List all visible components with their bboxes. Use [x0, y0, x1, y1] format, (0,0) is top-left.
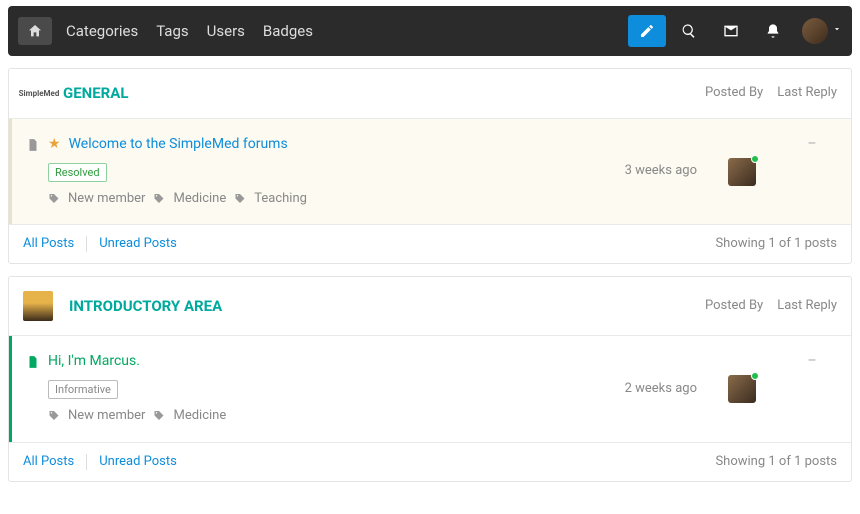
- pinned-star-icon: ★: [48, 135, 61, 155]
- user-menu-caret[interactable]: [828, 21, 842, 41]
- post-time: 3 weeks ago: [587, 135, 697, 208]
- category-footer: All Posts Unread Posts Showing 1 of 1 po…: [9, 442, 851, 481]
- online-indicator: [751, 372, 759, 380]
- tag-row: New member Medicine Teaching: [48, 190, 587, 208]
- online-indicator: [751, 155, 759, 163]
- chevron-down-icon: [832, 24, 842, 34]
- tag-icon: [153, 410, 165, 422]
- home-icon: [27, 23, 43, 39]
- tag[interactable]: New member: [68, 190, 145, 208]
- col-last-reply: Last Reply: [777, 84, 837, 102]
- nav-tags[interactable]: Tags: [156, 21, 188, 42]
- post-title[interactable]: Hi, I'm Marcus.: [48, 352, 140, 372]
- tag[interactable]: Medicine: [173, 190, 226, 208]
- tag-row: New member Medicine: [48, 407, 587, 425]
- messages-button[interactable]: [712, 15, 750, 47]
- search-button[interactable]: [670, 15, 708, 47]
- file-icon: [26, 354, 40, 370]
- filter-unread-posts[interactable]: Unread Posts: [99, 235, 177, 253]
- category-header: INTRODUCTORY AREA Posted By Last Reply: [9, 277, 851, 335]
- nav-badges[interactable]: Badges: [263, 21, 313, 42]
- file-icon: [26, 137, 40, 153]
- nav-users[interactable]: Users: [207, 21, 245, 42]
- tag-icon: [48, 410, 60, 422]
- post-count: Showing 1 of 1 posts: [715, 453, 837, 471]
- envelope-icon: [723, 23, 739, 39]
- tag[interactable]: Medicine: [173, 407, 226, 425]
- user-avatar[interactable]: [802, 18, 828, 44]
- col-posted-by: Posted By: [705, 297, 763, 315]
- nav-categories[interactable]: Categories: [66, 21, 138, 42]
- tag-icon: [234, 193, 246, 205]
- category-title[interactable]: INTRODUCTORY AREA: [69, 296, 222, 317]
- status-badge: Informative: [48, 380, 118, 399]
- last-reply-cell: –: [787, 352, 837, 425]
- category-header: SimpleMed GENERAL Posted By Last Reply: [9, 69, 851, 118]
- top-navbar: Categories Tags Users Badges: [8, 6, 852, 56]
- post-time: 2 weeks ago: [587, 352, 697, 425]
- home-button[interactable]: [18, 17, 52, 45]
- post-title[interactable]: Welcome to the SimpleMed forums: [69, 135, 288, 155]
- category-footer: All Posts Unread Posts Showing 1 of 1 po…: [9, 224, 851, 263]
- category-logo: SimpleMed: [23, 84, 55, 104]
- bell-icon: [765, 23, 781, 39]
- tag-icon: [153, 193, 165, 205]
- category-general: SimpleMed GENERAL Posted By Last Reply ★…: [8, 68, 852, 264]
- filter-unread-posts[interactable]: Unread Posts: [99, 453, 177, 471]
- tag[interactable]: New member: [68, 407, 145, 425]
- filter-all-posts[interactable]: All Posts: [23, 235, 74, 253]
- post-row[interactable]: ★ Welcome to the SimpleMed forums Resolv…: [9, 119, 851, 224]
- post-row[interactable]: Hi, I'm Marcus. Informative New member M…: [9, 336, 851, 441]
- filter-all-posts[interactable]: All Posts: [23, 453, 74, 471]
- author-avatar[interactable]: [728, 158, 756, 186]
- col-posted-by: Posted By: [705, 84, 763, 102]
- category-logo: [23, 291, 53, 321]
- category-introductory: INTRODUCTORY AREA Posted By Last Reply H…: [8, 276, 852, 481]
- search-icon: [681, 23, 697, 39]
- col-last-reply: Last Reply: [777, 297, 837, 315]
- notifications-button[interactable]: [754, 15, 792, 47]
- post-count: Showing 1 of 1 posts: [715, 235, 837, 253]
- category-title[interactable]: GENERAL: [63, 83, 129, 104]
- last-reply-cell: –: [787, 135, 837, 208]
- tag[interactable]: Teaching: [254, 190, 307, 208]
- status-badge: Resolved: [48, 163, 107, 182]
- author-avatar[interactable]: [728, 375, 756, 403]
- pencil-icon: [639, 23, 655, 39]
- tag-icon: [48, 193, 60, 205]
- new-post-button[interactable]: [628, 15, 666, 47]
